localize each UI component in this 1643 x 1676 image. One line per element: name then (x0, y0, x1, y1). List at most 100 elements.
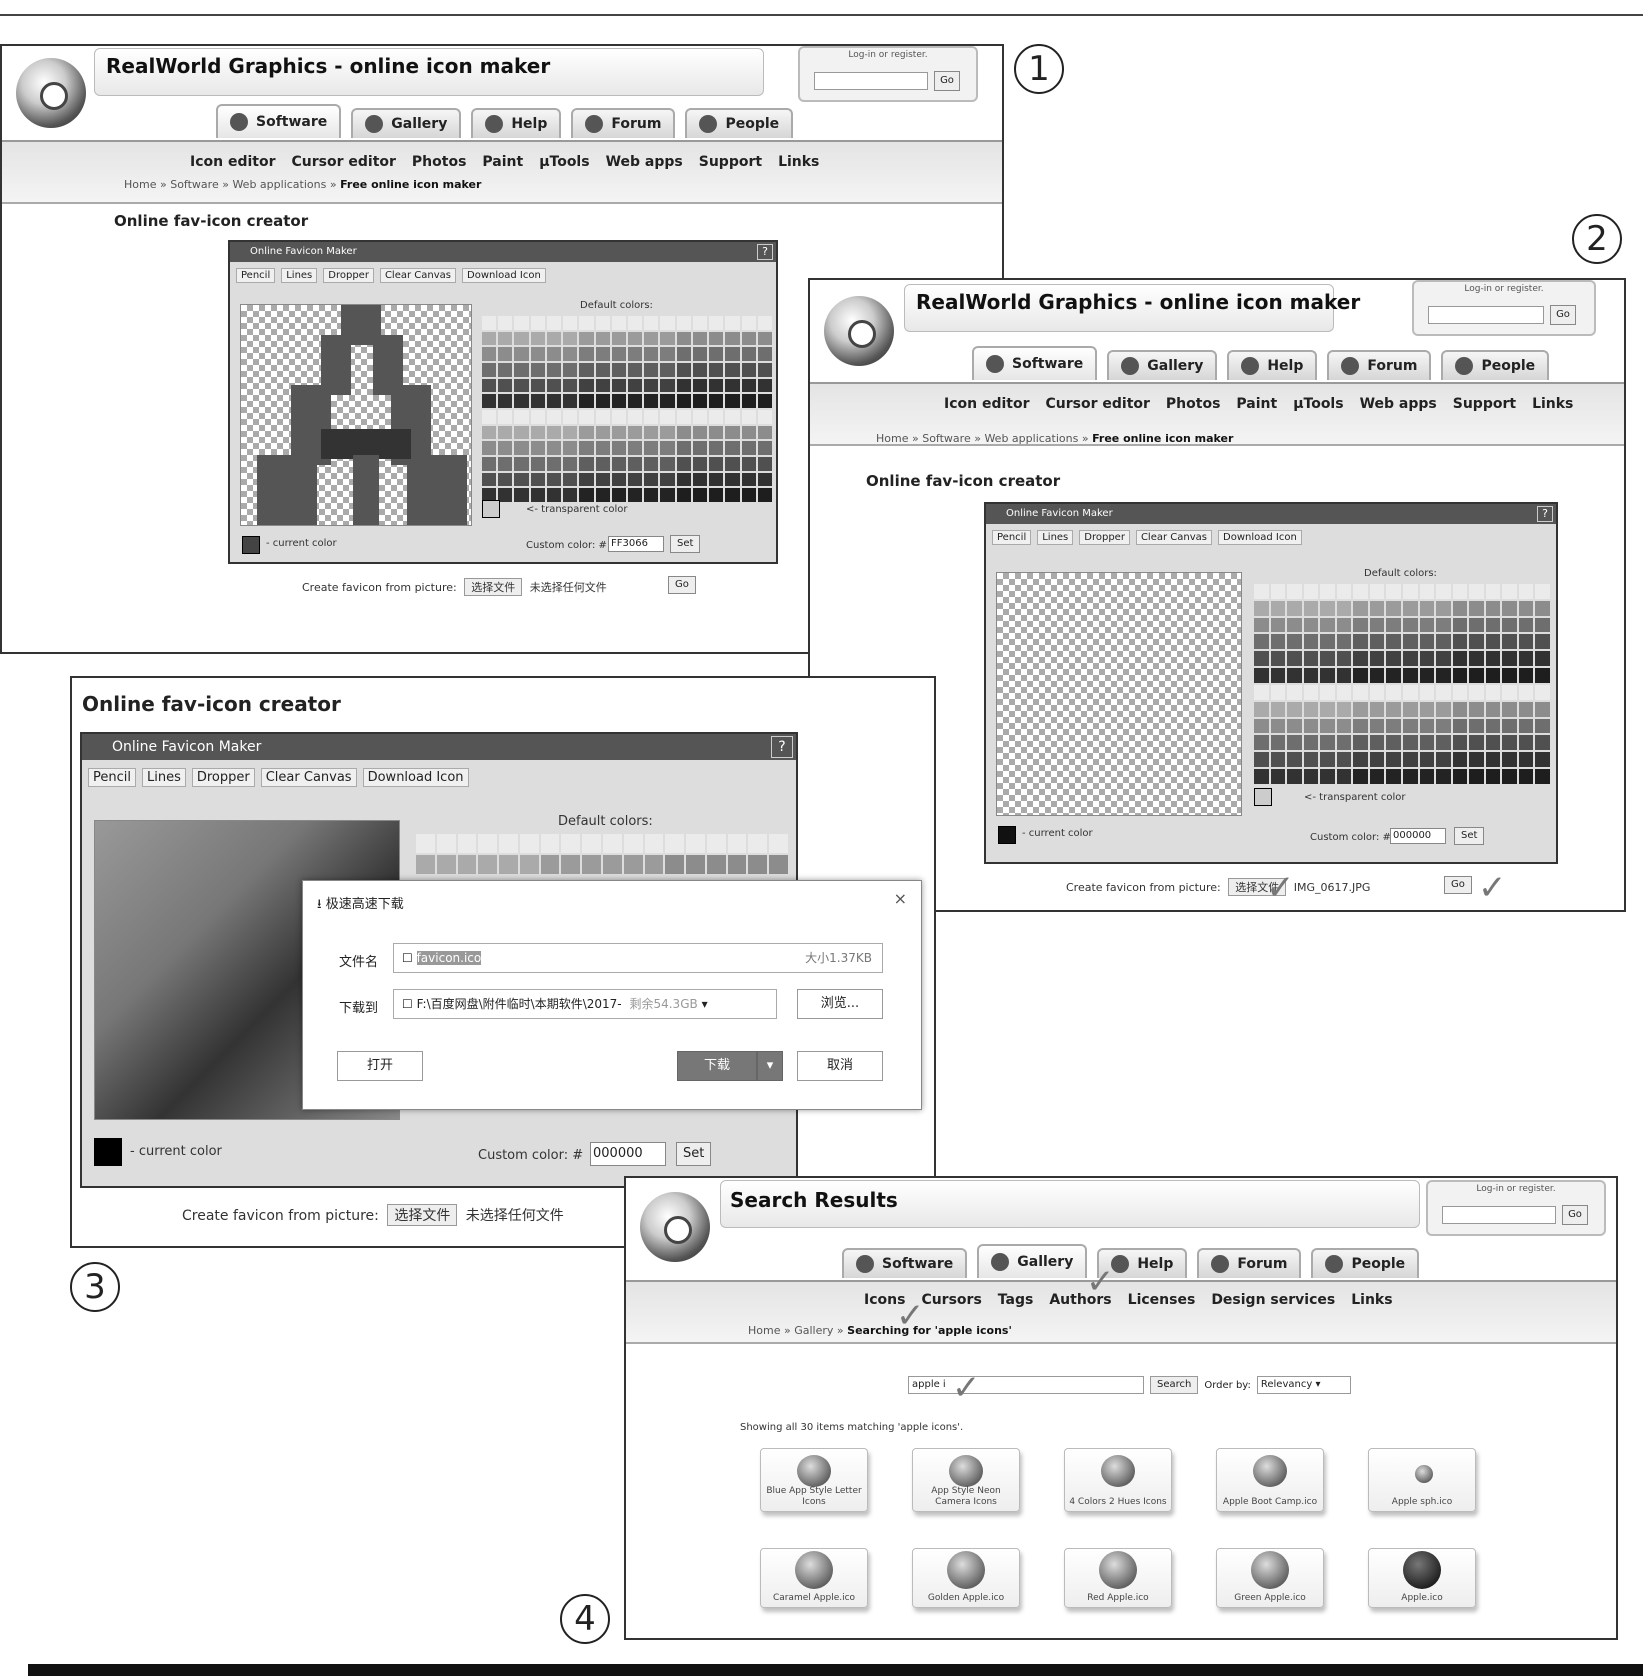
palette-swatch[interactable] (1419, 735, 1435, 751)
palette-swatch[interactable] (1287, 634, 1302, 650)
tool-clear-canvas[interactable]: Clear Canvas (260, 768, 357, 787)
palette-swatch[interactable] (660, 472, 675, 487)
palette-swatch[interactable] (741, 472, 756, 487)
palette-swatch[interactable] (1336, 752, 1352, 768)
palette-swatch[interactable] (1254, 617, 1269, 633)
palette-swatch[interactable] (1303, 718, 1319, 734)
palette-swatch[interactable] (725, 347, 740, 361)
palette-swatch[interactable] (611, 410, 626, 424)
palette-swatch[interactable] (741, 410, 756, 424)
palette-swatch[interactable] (709, 363, 724, 377)
palette-swatch[interactable] (1336, 735, 1352, 751)
palette-swatch[interactable] (692, 331, 708, 346)
crumb-home[interactable]: Home (124, 178, 156, 191)
color-palette[interactable] (482, 316, 772, 502)
palette-swatch[interactable] (1386, 600, 1401, 616)
subnav-support[interactable]: Support (1453, 396, 1516, 412)
palette-swatch[interactable] (1287, 600, 1302, 616)
palette-swatch[interactable] (540, 834, 560, 853)
palette-swatch[interactable] (692, 394, 708, 408)
tool-clear-canvas[interactable]: Clear Canvas (1135, 530, 1212, 545)
palette-swatch[interactable] (482, 331, 497, 346)
subnav-cursor-editor[interactable]: Cursor editor (292, 154, 396, 170)
palette-swatch[interactable] (644, 316, 659, 330)
palette-swatch[interactable] (1303, 684, 1319, 700)
palette-swatch[interactable] (741, 316, 756, 330)
palette-swatch[interactable] (530, 363, 545, 377)
palette-swatch[interactable] (1402, 718, 1418, 734)
palette-swatch[interactable] (644, 472, 659, 487)
palette-swatch[interactable] (660, 441, 675, 455)
palette-swatch[interactable] (482, 347, 497, 361)
palette-swatch[interactable] (1303, 584, 1319, 599)
palette-swatch[interactable] (457, 834, 477, 853)
palette-swatch[interactable] (757, 410, 772, 424)
palette-swatch[interactable] (603, 834, 622, 853)
palette-swatch[interactable] (1287, 684, 1302, 700)
palette-swatch[interactable] (498, 410, 513, 424)
palette-swatch[interactable] (579, 441, 594, 455)
palette-swatch[interactable] (611, 347, 626, 361)
palette-swatch[interactable] (1287, 718, 1302, 734)
palette-swatch[interactable] (546, 378, 562, 393)
palette-swatch[interactable] (579, 410, 594, 424)
palette-swatch[interactable] (579, 316, 594, 330)
palette-swatch[interactable] (676, 347, 691, 361)
palette-swatch[interactable] (644, 457, 659, 471)
palette-swatch[interactable] (1369, 651, 1385, 667)
tool-pencil[interactable]: Pencil (88, 768, 136, 787)
palette-swatch[interactable] (692, 347, 708, 361)
palette-swatch[interactable] (644, 394, 659, 408)
palette-swatch[interactable] (644, 441, 659, 455)
palette-swatch[interactable] (546, 441, 562, 455)
palette-swatch[interactable] (514, 488, 529, 502)
palette-swatch[interactable] (611, 316, 626, 330)
palette-swatch[interactable] (1535, 684, 1550, 700)
palette-swatch[interactable] (1353, 701, 1368, 717)
palette-swatch[interactable] (1369, 668, 1385, 683)
palette-swatch[interactable] (1419, 718, 1435, 734)
palette-swatch[interactable] (1502, 584, 1517, 599)
palette-swatch[interactable] (1419, 684, 1435, 700)
palette-swatch[interactable] (1535, 584, 1550, 599)
palette-swatch[interactable] (692, 457, 708, 471)
palette-swatch[interactable] (628, 457, 643, 471)
palette-swatch[interactable] (644, 331, 659, 346)
tool-dropper[interactable]: Dropper (191, 768, 255, 787)
palette-swatch[interactable] (563, 425, 578, 440)
login-input[interactable] (814, 72, 928, 90)
order-select[interactable]: Relevancy ▾ (1256, 1376, 1351, 1394)
palette-swatch[interactable] (1287, 617, 1302, 633)
palette-swatch[interactable] (519, 855, 539, 874)
close-icon[interactable]: × (894, 889, 907, 908)
crumb-software[interactable]: Software (922, 432, 971, 445)
palette-swatch[interactable] (1419, 668, 1435, 683)
palette-swatch[interactable] (1402, 584, 1418, 599)
palette-swatch[interactable] (1485, 752, 1501, 768)
subnav-cursor-editor[interactable]: Cursor editor (1046, 396, 1150, 412)
palette-swatch[interactable] (1320, 634, 1335, 650)
palette-swatch[interactable] (1518, 752, 1534, 768)
palette-swatch[interactable] (676, 457, 691, 471)
palette-swatch[interactable] (709, 378, 724, 393)
palette-swatch[interactable] (1535, 668, 1550, 683)
palette-swatch[interactable] (1452, 617, 1468, 633)
set-color-button[interactable]: Set (670, 535, 701, 553)
palette-swatch[interactable] (1469, 684, 1484, 700)
palette-swatch[interactable] (1254, 651, 1269, 667)
tab-software[interactable]: Software (216, 104, 342, 138)
palette-swatch[interactable] (1287, 584, 1302, 599)
palette-swatch[interactable] (498, 394, 513, 408)
palette-swatch[interactable] (579, 472, 594, 487)
palette-swatch[interactable] (769, 834, 788, 853)
palette-swatch[interactable] (706, 834, 726, 853)
palette-swatch[interactable] (1254, 600, 1269, 616)
palette-swatch[interactable] (692, 425, 708, 440)
palette-swatch[interactable] (644, 410, 659, 424)
palette-swatch[interactable] (676, 472, 691, 487)
palette-swatch[interactable] (1452, 651, 1468, 667)
site-logo[interactable] (16, 58, 86, 128)
palette-swatch[interactable] (1436, 668, 1451, 683)
palette-swatch[interactable] (1469, 752, 1484, 768)
palette-swatch[interactable] (1535, 769, 1550, 784)
